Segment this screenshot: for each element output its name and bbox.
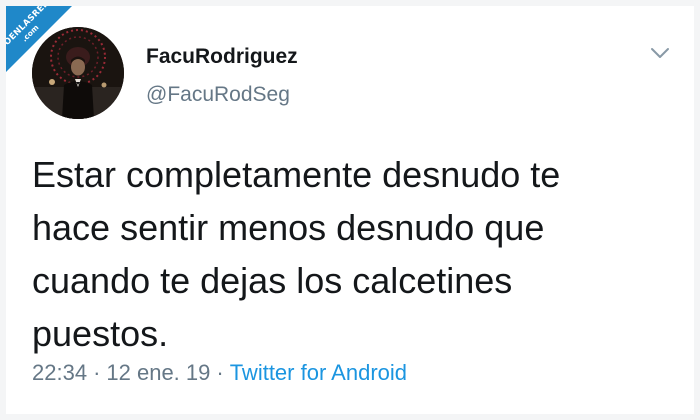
meta-separator: ·	[93, 360, 101, 385]
author-handle[interactable]: @FacuRodSeg	[146, 83, 290, 107]
avatar[interactable]	[32, 27, 124, 119]
avatar-photo-icon	[32, 27, 124, 119]
tweet-time[interactable]: 22:34	[32, 360, 87, 385]
tweet-source-link[interactable]: Twitter for Android	[230, 360, 407, 385]
chevron-down-icon[interactable]	[650, 45, 670, 61]
author-display-name[interactable]: FacuRodriguez	[146, 45, 298, 69]
tweet-text: Estar completamente desnudo te hace sent…	[32, 154, 561, 354]
tweet-meta: 22:34 · 12 ene. 19 · Twitter for Android	[32, 360, 407, 386]
meta-separator: ·	[216, 360, 224, 385]
tweet-card: VISTOENLASREDES .com FacuRodriguez @Facu…	[0, 0, 700, 420]
tweet-date[interactable]: 12 ene. 19	[106, 360, 210, 385]
